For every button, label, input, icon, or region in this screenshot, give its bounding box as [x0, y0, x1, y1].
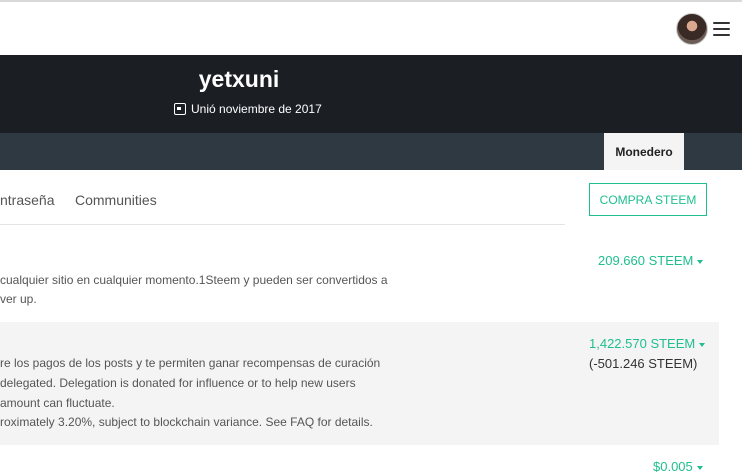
delegated-amount: (-501.246 STEEM) [589, 356, 698, 371]
profile-name: yetxuni [198, 66, 280, 92]
buy-steem-button[interactable]: COMPRA STEEM [589, 183, 707, 216]
caret-down-icon [696, 465, 703, 470]
calendar-icon [174, 103, 186, 115]
user-avatar[interactable] [676, 13, 708, 45]
top-bar [0, 0, 742, 55]
joined-date: Unió noviembre de 2017 [174, 102, 322, 116]
steem-description-line: ver up. [0, 292, 37, 306]
steem-power-description-line: amount can fluctuate. [0, 396, 115, 410]
profile-header: yetxuni Unió noviembre de 2017 [0, 55, 742, 133]
subnav-password[interactable]: ntraseña [0, 192, 54, 208]
steem-power-description-line: delegated. Delegation is donated for inf… [0, 376, 356, 390]
steem-dollars-amount-dropdown[interactable]: $0.005 [653, 459, 703, 474]
profile-tab-bar: Monedero [0, 133, 742, 170]
steem-power-amount: 1,422.570 STEEM [589, 336, 696, 351]
steem-amount-dropdown[interactable]: 209.660 STEEM [598, 253, 704, 268]
steem-description-line: cualquier sitio en cualquier momento.1St… [0, 273, 388, 287]
steem-dollars-amount: $0.005 [653, 459, 693, 474]
hamburger-menu-icon[interactable] [713, 22, 730, 36]
steem-power-row: re los pagos de los posts y te permiten … [0, 322, 719, 445]
steem-amount: 209.660 STEEM [598, 253, 694, 268]
steem-power-description-line: roximately 3.20%, subject to blockchain … [0, 415, 373, 429]
divider [0, 224, 565, 225]
subnav-communities[interactable]: Communities [75, 192, 157, 208]
steem-dollars-row: $0.005 [0, 450, 719, 475]
steem-power-description-line: re los pagos de los posts y te permiten … [0, 356, 381, 370]
caret-down-icon [699, 342, 706, 347]
steem-power-amount-dropdown[interactable]: 1,422.570 STEEM [589, 336, 706, 351]
caret-down-icon [697, 259, 704, 264]
joined-date-text: Unió noviembre de 2017 [191, 102, 322, 116]
steem-balance-row: cualquier sitio en cualquier momento.1St… [0, 240, 719, 310]
tab-wallet[interactable]: Monedero [604, 133, 684, 170]
